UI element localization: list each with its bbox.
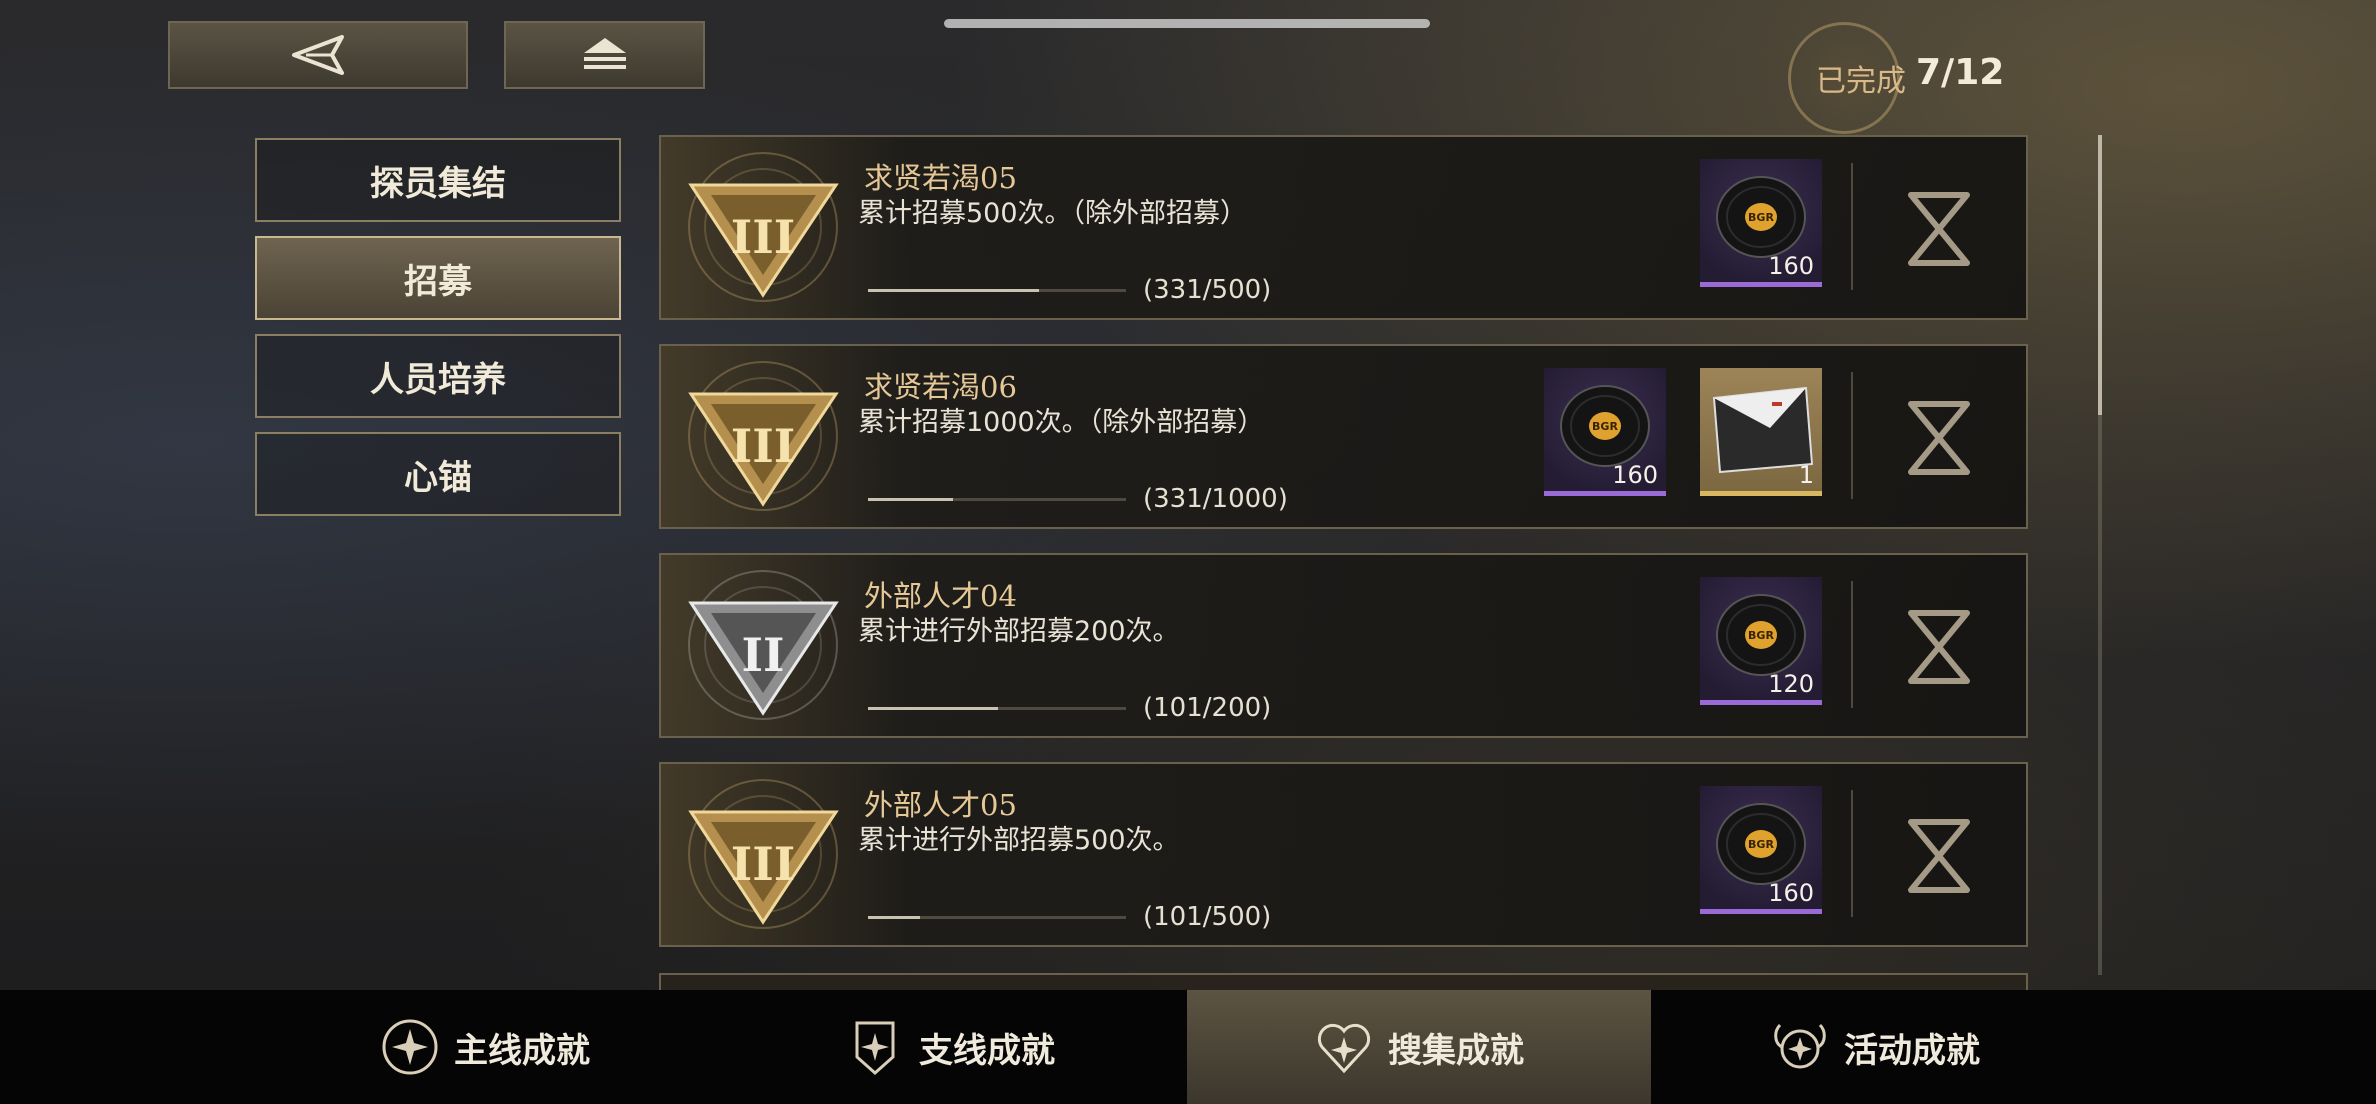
tab-event-achievements[interactable]: 活动成就 <box>1760 990 1990 1104</box>
hourglass-icon <box>1908 819 1970 893</box>
home-indicator[interactable] <box>944 19 1430 28</box>
reward-quantity: 120 <box>1768 670 1814 698</box>
tier-iii-gold-badge-icon: III <box>688 779 839 929</box>
svg-text:BGR: BGR <box>1592 420 1618 433</box>
hourglass-icon <box>1908 401 1970 475</box>
tier-iii-gold-badge-icon: III <box>688 361 839 511</box>
tab-label: 主线成就 <box>454 1030 590 1071</box>
achievement-card[interactable]: II 外部人才04 累计进行外部招募200次。 (101/200) BGR 12… <box>659 553 2028 738</box>
reward-item[interactable]: BGR 120 <box>1700 577 1822 705</box>
card-divider <box>1851 790 1853 917</box>
shield-star-icon <box>855 1021 895 1076</box>
achievement-description: 累计进行外部招募500次。 <box>858 825 1180 856</box>
sidebar-item-training[interactable]: 人员培养 <box>255 334 621 418</box>
sidebar-item-recruit[interactable]: 招募 <box>255 236 621 320</box>
svg-text:III: III <box>731 837 796 891</box>
achievement-progress-bar <box>868 916 1126 919</box>
counter-label: 已完成 <box>1816 64 1906 99</box>
sidebar-item-label: 探员集结 <box>370 163 506 204</box>
sidebar-item-label: 招募 <box>404 261 472 302</box>
reward-item[interactable]: BGR 160 <box>1700 159 1822 287</box>
svg-text:II: II <box>741 628 784 682</box>
tab-main-achievements[interactable]: 主线成就 <box>330 990 640 1104</box>
tab-label: 搜集成就 <box>1388 1030 1524 1071</box>
reward-quantity: 160 <box>1768 879 1814 907</box>
achievement-progress-bar <box>868 707 1126 710</box>
winged-star-icon <box>1774 1023 1826 1069</box>
home-button[interactable] <box>504 21 705 89</box>
tab-side-achievements[interactable]: 支线成就 <box>800 990 1100 1104</box>
reward-quantity: 1 <box>1798 461 1814 489</box>
tier-iii-gold-badge-icon: III <box>688 152 839 302</box>
achievement-card[interactable]: III 求贤若渴06 累计招募1000次。（除外部招募） (331/1000) … <box>659 344 2028 529</box>
achievement-progress-bar <box>868 498 1126 501</box>
hourglass-icon <box>1908 192 1970 266</box>
reward-quantity: 160 <box>1768 252 1814 280</box>
svg-text:BGR: BGR <box>1748 211 1774 224</box>
tab-collection-achievements[interactable]: 搜集成就 <box>1187 990 1651 1104</box>
svg-text:BGR: BGR <box>1748 629 1774 642</box>
achievement-progress-text: (331/500) <box>1143 275 1272 305</box>
list-scrollbar[interactable] <box>2098 135 2102 975</box>
completion-counter: 已完成 7/12 <box>1788 22 2018 134</box>
sidebar-item-heart-anchor[interactable]: 心锚 <box>255 432 621 516</box>
reward-item[interactable]: BGR 160 <box>1700 786 1822 914</box>
tier-ii-silver-badge-icon: II <box>688 570 839 720</box>
svg-text:BGR: BGR <box>1748 838 1774 851</box>
heart-star-icon <box>1317 1023 1371 1074</box>
sidebar-item-agent-assembly[interactable]: 探员集结 <box>255 138 621 222</box>
svg-text:III: III <box>731 419 796 473</box>
sidebar-item-label: 心锚 <box>404 457 472 498</box>
counter-value: 7/12 <box>1916 52 2005 93</box>
reward-item[interactable]: BGR 160 <box>1544 368 1666 496</box>
achievement-card[interactable]: III 外部人才05 累计进行外部招募500次。 (101/500) BGR 1… <box>659 762 2028 947</box>
achievement-description: 累计招募1000次。（除外部招募） <box>858 407 1265 438</box>
achievement-description: 累计进行外部招募200次。 <box>858 616 1180 647</box>
hourglass-icon <box>1908 610 1970 684</box>
home-icon <box>583 38 626 69</box>
reward-quantity: 160 <box>1612 461 1658 489</box>
svg-text:III: III <box>731 210 796 264</box>
achievement-progress-text: (331/1000) <box>1143 484 1288 514</box>
sidebar-item-label: 人员培养 <box>370 359 506 400</box>
achievement-card-partial[interactable] <box>659 973 2028 990</box>
compass-star-icon <box>382 1019 438 1075</box>
achievement-progress-bar <box>868 289 1126 292</box>
achievement-description: 累计招募500次。（除外部招募） <box>858 198 1248 229</box>
achievement-progress-text: (101/500) <box>1143 902 1272 932</box>
card-divider <box>1851 372 1853 499</box>
tab-label: 支线成就 <box>919 1030 1055 1071</box>
achievement-card[interactable]: III 求贤若渴05 累计招募500次。（除外部招募） (331/500) BG… <box>659 135 2028 320</box>
back-button[interactable] <box>168 21 468 89</box>
bottom-tab-bar: 主线成就 支线成就 搜集成就 活动成就 <box>0 990 2376 1104</box>
achievement-list[interactable]: III 求贤若渴05 累计招募500次。（除外部招募） (331/500) BG… <box>659 135 2029 990</box>
achievement-progress-text: (101/200) <box>1143 693 1272 723</box>
back-arrow-icon <box>292 35 344 75</box>
card-divider <box>1851 163 1853 290</box>
card-divider <box>1851 581 1853 708</box>
scrollbar-thumb[interactable] <box>2098 135 2102 415</box>
reward-item[interactable]: 1 <box>1700 368 1822 496</box>
tab-label: 活动成就 <box>1844 1030 1980 1071</box>
